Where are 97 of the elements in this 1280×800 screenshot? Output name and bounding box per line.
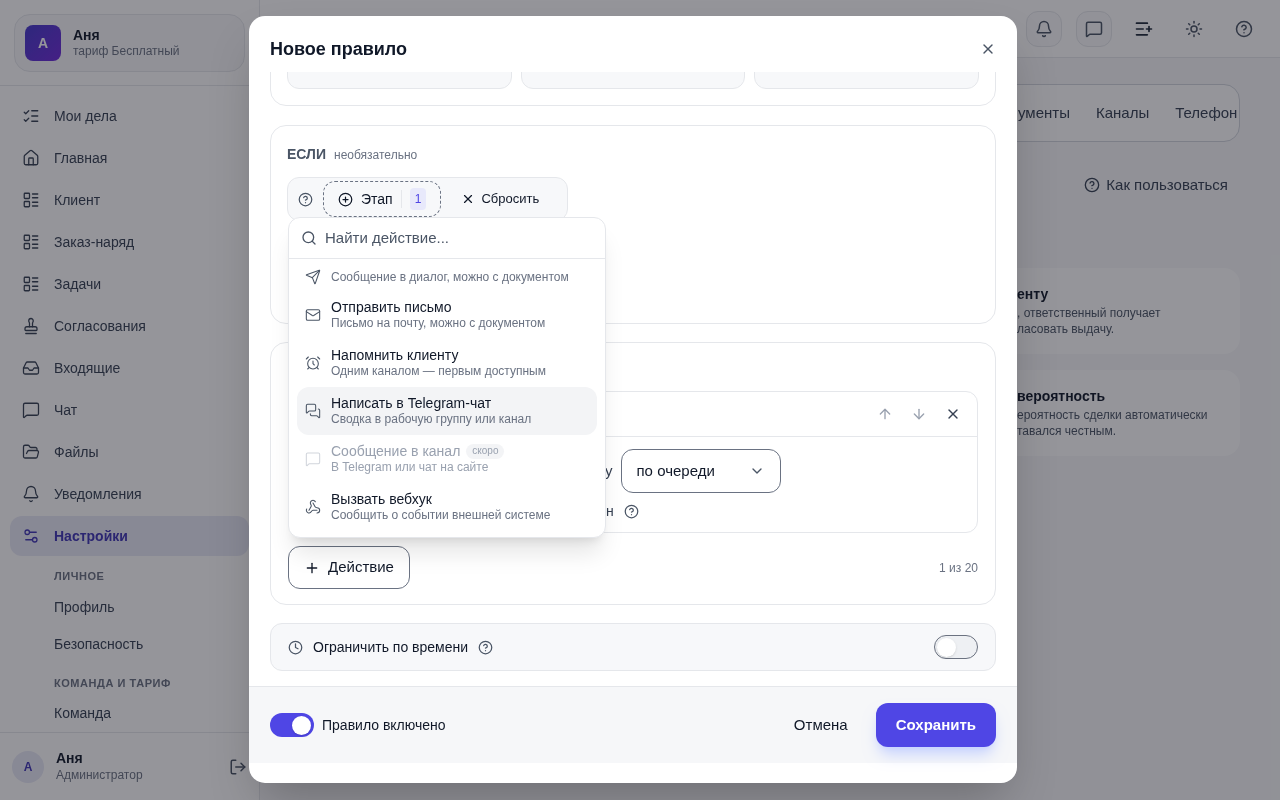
chip-label: Этап (361, 189, 393, 209)
card-text: ероятность сделки автоматически (1017, 407, 1209, 423)
bell-icon (1035, 19, 1053, 38)
tab[interactable]: ументы (1018, 101, 1070, 125)
help-icon (1084, 177, 1101, 194)
nav-item[interactable]: Входящие (10, 348, 249, 388)
section-hint: необязательно (334, 147, 418, 164)
help-link[interactable]: Как пользоваться (1106, 174, 1228, 197)
search-field[interactable]: Найти действие... (325, 226, 593, 250)
save-button[interactable]: Сохранить (875, 703, 996, 747)
chat-icon (1085, 19, 1103, 38)
account-name: Аня (73, 26, 101, 45)
nav-item[interactable]: Главная (10, 138, 249, 178)
user-role: Администратор (56, 767, 143, 783)
chat-icon (305, 451, 321, 467)
section-heading: ЛИЧНОЕ (54, 569, 106, 584)
nav-item[interactable]: Файлы (10, 432, 249, 472)
card-text: тавался честным. (1017, 423, 1118, 439)
order-select[interactable]: по очереди (620, 449, 781, 493)
card-text: ласовать выдачу. (1017, 321, 1115, 337)
label-text: н (606, 502, 614, 521)
chat-icon (22, 401, 40, 419)
nav-item[interactable]: Чат (10, 390, 249, 430)
home-icon (22, 149, 40, 167)
tab[interactable]: Телефон (1175, 101, 1238, 125)
nav-item[interactable]: Клиент (10, 180, 249, 220)
chat-button[interactable] (1076, 10, 1112, 47)
folder-icon (22, 443, 40, 461)
card-text: , ответственный получает (1017, 305, 1162, 321)
nav-item[interactable]: Заказ-наряд (10, 222, 249, 262)
checklist-icon (22, 107, 40, 125)
option-title: Сообщение в канал (331, 442, 461, 461)
bell-icon (22, 485, 40, 503)
reset-button[interactable]: Сбросить (451, 189, 550, 209)
settings-icon (22, 527, 40, 545)
help-icon[interactable] (298, 191, 313, 207)
help-icon[interactable] (478, 639, 494, 655)
avatar: А (25, 25, 61, 61)
soon-badge: скоро (466, 444, 505, 459)
nav-item[interactable]: Задачи (10, 264, 249, 304)
option-subtitle: Одним каналом — первым доступным (331, 364, 546, 380)
nav-item[interactable]: Согласования (10, 306, 249, 346)
cancel-button[interactable]: Отмена (781, 705, 860, 745)
action-option[interactable]: Написать в Telegram-чат Сводка в рабочую группу или канал (297, 387, 597, 435)
nav-item[interactable]: Мои дела (10, 96, 249, 136)
section-label: ЕСЛИ (287, 145, 326, 164)
tab[interactable]: Каналы (1095, 101, 1150, 125)
option-title: Отправить письмо (331, 298, 452, 317)
logout-icon[interactable] (229, 757, 247, 776)
time-limit-label: Ограничить по времени (313, 637, 469, 657)
chat-bubbles-icon (305, 403, 321, 419)
action-option[interactable]: Вызвать вебхук Сообщить о событии внешней системе (297, 483, 597, 531)
list-icon (22, 275, 40, 293)
option-title: Вызвать вебхук (331, 490, 432, 509)
action-option[interactable]: Отправить письмо Письмо на почту, можно с документом (297, 291, 597, 339)
action-option[interactable]: Напомнить клиенту Одним каналом — первым доступным (297, 339, 597, 387)
send-icon (305, 269, 321, 285)
notifications-button[interactable] (1026, 10, 1062, 47)
rule-toggle[interactable] (270, 713, 314, 737)
webhook-icon (305, 499, 321, 515)
move-down-icon[interactable] (911, 406, 927, 422)
option-title: Написать в Telegram-чат (331, 394, 492, 413)
option-subtitle: Письмо на почту, можно с документом (331, 316, 546, 332)
list-icon (22, 233, 40, 251)
add-action-button[interactable]: Действие (288, 546, 410, 589)
option-subtitle: Сообщение в диалог, можно с документом (331, 270, 569, 285)
help-icon[interactable] (623, 504, 639, 519)
nav-item[interactable]: Настройки (10, 516, 249, 556)
card-title: енту (1017, 285, 1050, 304)
account-plan: тариф Бесплатный (73, 44, 180, 60)
list-icon (22, 191, 40, 209)
action-counter: 1 из 20 (939, 559, 978, 577)
inbox-icon (22, 359, 40, 377)
option-title: Напомнить клиенту (331, 346, 459, 365)
option-subtitle: Сводка в рабочую группу или канал (331, 412, 532, 428)
section-heading: КОМАНДА И ТАРИФ (54, 675, 172, 691)
count-badge: 1 (409, 188, 427, 210)
help-icon[interactable] (1235, 19, 1253, 38)
user-name: Аня (56, 750, 84, 768)
option-subtitle: В Telegram или чат на сайте (331, 460, 490, 476)
option-subtitle: Сообщить о событии внешней системе (331, 508, 551, 524)
mail-icon (305, 307, 321, 323)
nav-item[interactable]: Уведомления (10, 474, 249, 514)
clock-icon (288, 639, 303, 655)
time-limit-toggle[interactable] (934, 635, 978, 659)
avatar: А (12, 750, 44, 783)
action-option[interactable]: Сообщение в диалог, можно с документом (297, 259, 597, 291)
alarm-clock-icon (305, 355, 321, 371)
plus-icon (338, 191, 353, 207)
move-up-icon[interactable] (877, 406, 893, 422)
search-icon (301, 230, 317, 246)
modal-title: Новое правило (270, 37, 408, 61)
rule-enabled-label: Правило включено (322, 715, 446, 735)
theme-icon[interactable] (1185, 19, 1203, 38)
stamp-icon (22, 317, 40, 335)
account-card[interactable]: А Аня тариф Бесплатный (14, 14, 245, 72)
card-title: вероятность (1017, 387, 1107, 406)
